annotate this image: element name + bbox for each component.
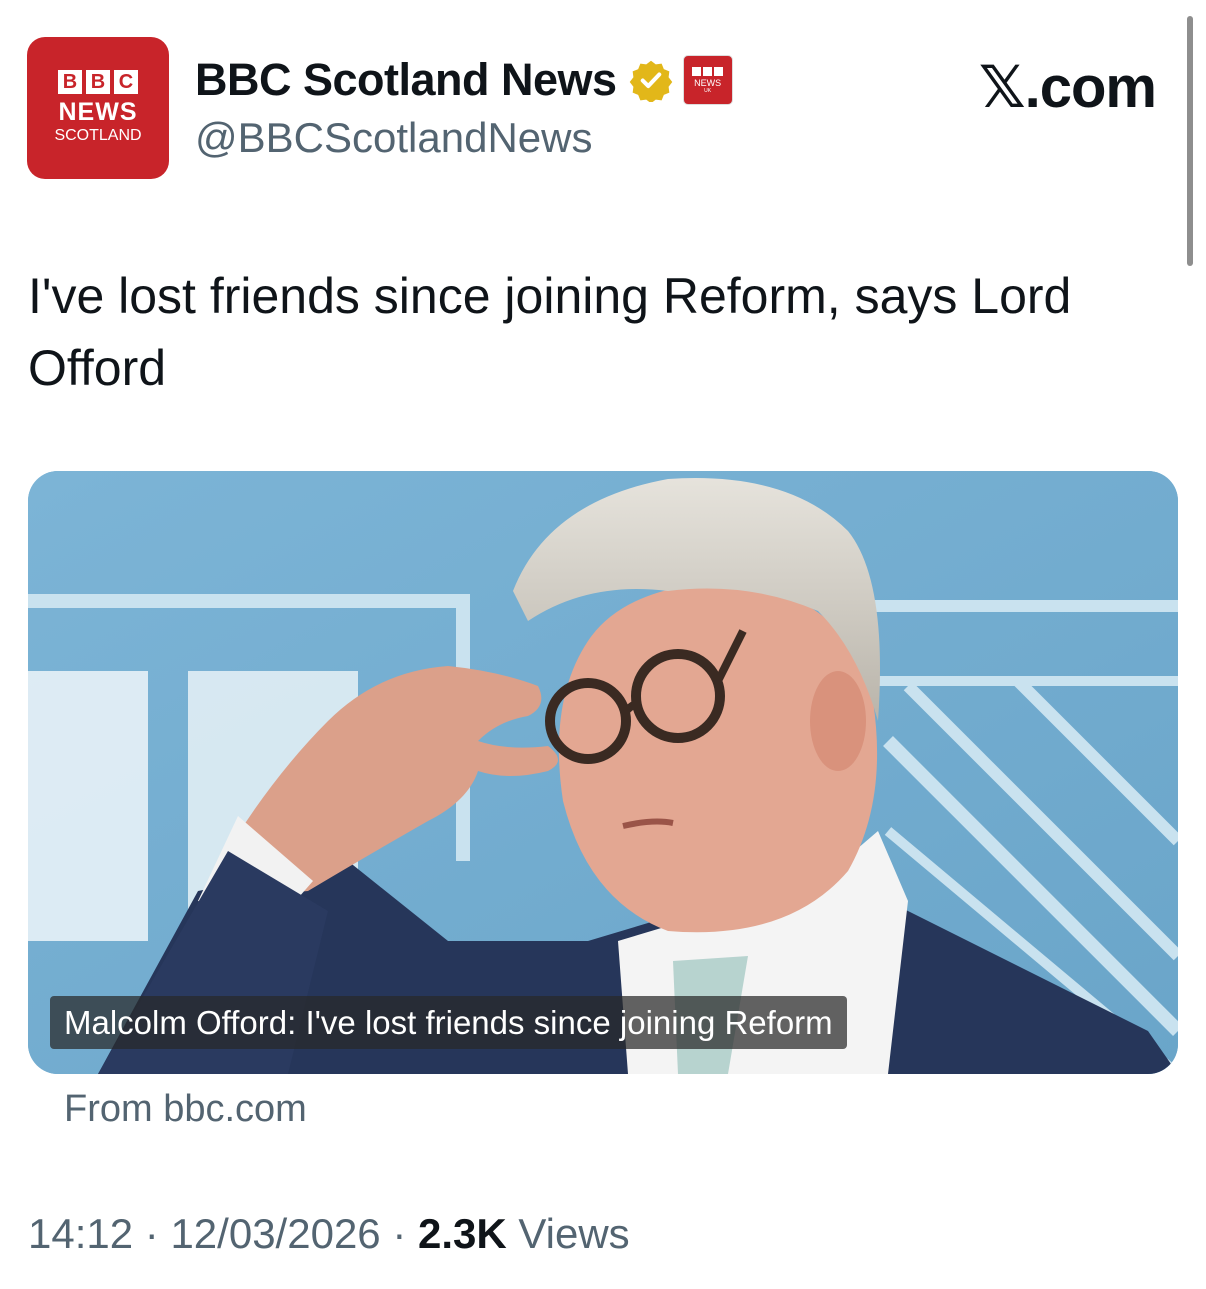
bbc-block: B	[86, 70, 110, 94]
bbc-block: C	[114, 70, 138, 94]
x-com-label: 𝕏.com	[978, 55, 1157, 120]
tweet: B B C NEWS SCOTLAND BBC Scotland News NE…	[0, 0, 1206, 1289]
views-label: Views	[518, 1210, 630, 1257]
news-photo	[28, 471, 1178, 1074]
account-handle[interactable]: @BBCScotlandNews	[195, 114, 592, 162]
meta-separator: ·	[144, 1210, 159, 1257]
bbc-logo-blocks: B B C	[58, 70, 138, 94]
tweet-meta: 14:12 · 12/03/2026 · 2.3K Views	[28, 1210, 630, 1258]
tweet-text: I've lost friends since joining Reform, …	[28, 268, 1072, 396]
tweet-time[interactable]: 14:12	[28, 1210, 133, 1257]
link-card-image[interactable]	[28, 471, 1178, 1074]
affiliate-region-label: UK	[704, 87, 712, 94]
card-caption: Malcolm Offord: I've lost friends since …	[50, 996, 847, 1049]
verified-badge-icon[interactable]	[629, 58, 673, 102]
bbc-block: B	[58, 70, 82, 94]
affiliate-badge-icon[interactable]: NEWS UK	[682, 55, 733, 105]
display-name[interactable]: BBC Scotland News	[195, 54, 617, 106]
views-count[interactable]: 2.3K	[418, 1210, 507, 1257]
avatar-news-label: NEWS	[58, 98, 138, 126]
name-row: BBC Scotland News NEWS UK	[195, 52, 733, 108]
scrollbar[interactable]	[1187, 16, 1193, 266]
affiliate-bbc-blocks	[692, 66, 724, 76]
avatar[interactable]: B B C NEWS SCOTLAND	[27, 37, 169, 179]
meta-separator: ·	[392, 1210, 407, 1257]
tweet-date[interactable]: 12/03/2026	[170, 1210, 380, 1257]
card-source-link[interactable]: From bbc.com	[64, 1088, 307, 1131]
affiliate-news-label: NEWS	[694, 77, 722, 88]
avatar-region-label: SCOTLAND	[54, 127, 142, 144]
